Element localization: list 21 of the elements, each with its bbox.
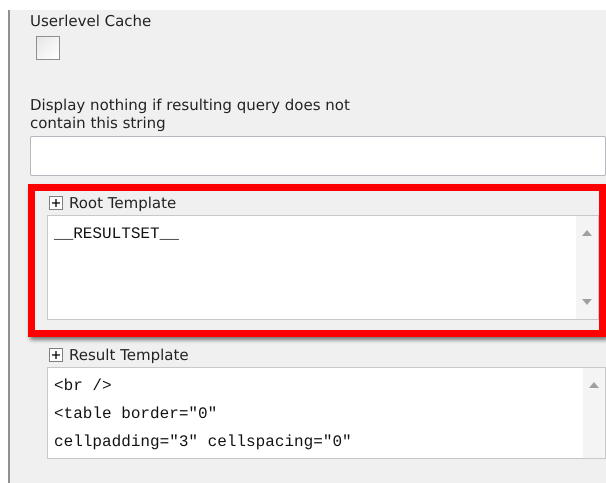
plus-icon: [52, 351, 60, 359]
template-title: Root Template: [69, 192, 176, 214]
scroll-down-icon[interactable]: [582, 299, 592, 305]
scrollbar[interactable]: [576, 216, 598, 319]
plus-icon: [52, 199, 60, 207]
field-label: Userlevel Cache: [30, 12, 152, 30]
code-line: __RESULTSET__: [54, 224, 180, 245]
checkbox[interactable]: [36, 36, 60, 60]
code-line: cellpadding="3" cellspacing="0": [54, 432, 353, 453]
expand-toggle[interactable]: [49, 348, 63, 362]
template-textarea[interactable]: __RESULTSET__: [47, 215, 599, 320]
scroll-up-icon[interactable]: [589, 382, 599, 388]
scroll-up-icon[interactable]: [582, 230, 592, 236]
text-field[interactable]: [30, 136, 606, 176]
code-line: <br />: [54, 376, 113, 397]
code-line: <table border="0": [54, 404, 218, 425]
expand-toggle[interactable]: [49, 196, 63, 210]
template-title: Result Template: [69, 344, 189, 366]
template-textarea[interactable]: <br /> <table border="0" cellpadding="3" cellspacing="0": [47, 367, 606, 459]
field-label: Display nothing if resulting query does not contain this string: [30, 96, 351, 132]
scrollbar[interactable]: [583, 368, 605, 458]
